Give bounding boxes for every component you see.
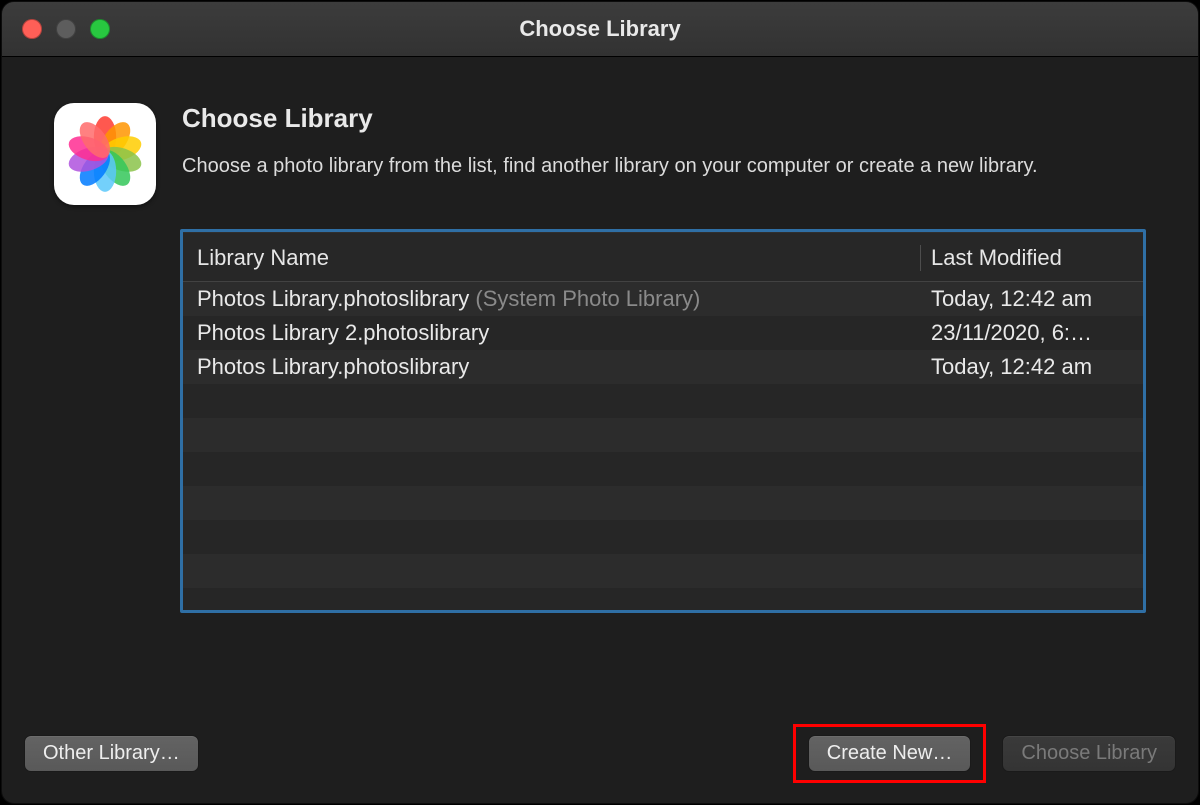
empty-row [183,452,1143,486]
photos-app-icon [54,103,156,205]
library-modified: Today, 12:42 am [921,286,1129,312]
library-name: Photos Library.photoslibrary (System Pho… [197,286,921,312]
minimize-window-button[interactable] [56,19,76,39]
library-listbox[interactable]: Library Name Last Modified Photos Librar… [180,229,1146,613]
list-rows: Photos Library.photoslibrary (System Pho… [183,282,1143,610]
column-header-modified[interactable]: Last Modified [920,245,1129,271]
dialog-footer: Other Library… Create New… Choose Librar… [2,724,1198,783]
library-name: Photos Library 2.photoslibrary [197,320,921,346]
dialog-heading: Choose Library [182,103,1146,134]
window-controls [22,19,110,39]
annotation-highlight: Create New… [793,724,987,783]
choose-library-button[interactable]: Choose Library [1002,735,1176,772]
library-name: Photos Library.photoslibrary [197,354,921,380]
window-title: Choose Library [519,16,680,42]
empty-row [183,554,1143,588]
titlebar: Choose Library [2,2,1198,57]
other-library-button[interactable]: Other Library… [24,735,199,772]
empty-row [183,418,1143,452]
library-modified: 23/11/2020, 6:… [921,320,1129,346]
column-header-name[interactable]: Library Name [197,245,914,271]
close-window-button[interactable] [22,19,42,39]
empty-row [183,384,1143,418]
dialog-content: Choose Library Choose a photo library fr… [2,57,1198,613]
maximize-window-button[interactable] [90,19,110,39]
library-row[interactable]: Photos Library 2.photoslibrary23/11/2020… [183,316,1143,350]
library-row[interactable]: Photos Library.photoslibraryToday, 12:42… [183,350,1143,384]
create-new-button[interactable]: Create New… [808,735,972,772]
library-note: (System Photo Library) [475,286,700,311]
choose-library-window: Choose Library Choose Library Choose a p… [2,2,1198,803]
empty-row [183,486,1143,520]
dialog-description: Choose a photo library from the list, fi… [182,152,1146,180]
list-header: Library Name Last Modified [183,232,1143,282]
empty-row [183,588,1143,610]
library-modified: Today, 12:42 am [921,354,1129,380]
empty-row [183,520,1143,554]
library-row[interactable]: Photos Library.photoslibrary (System Pho… [183,282,1143,316]
